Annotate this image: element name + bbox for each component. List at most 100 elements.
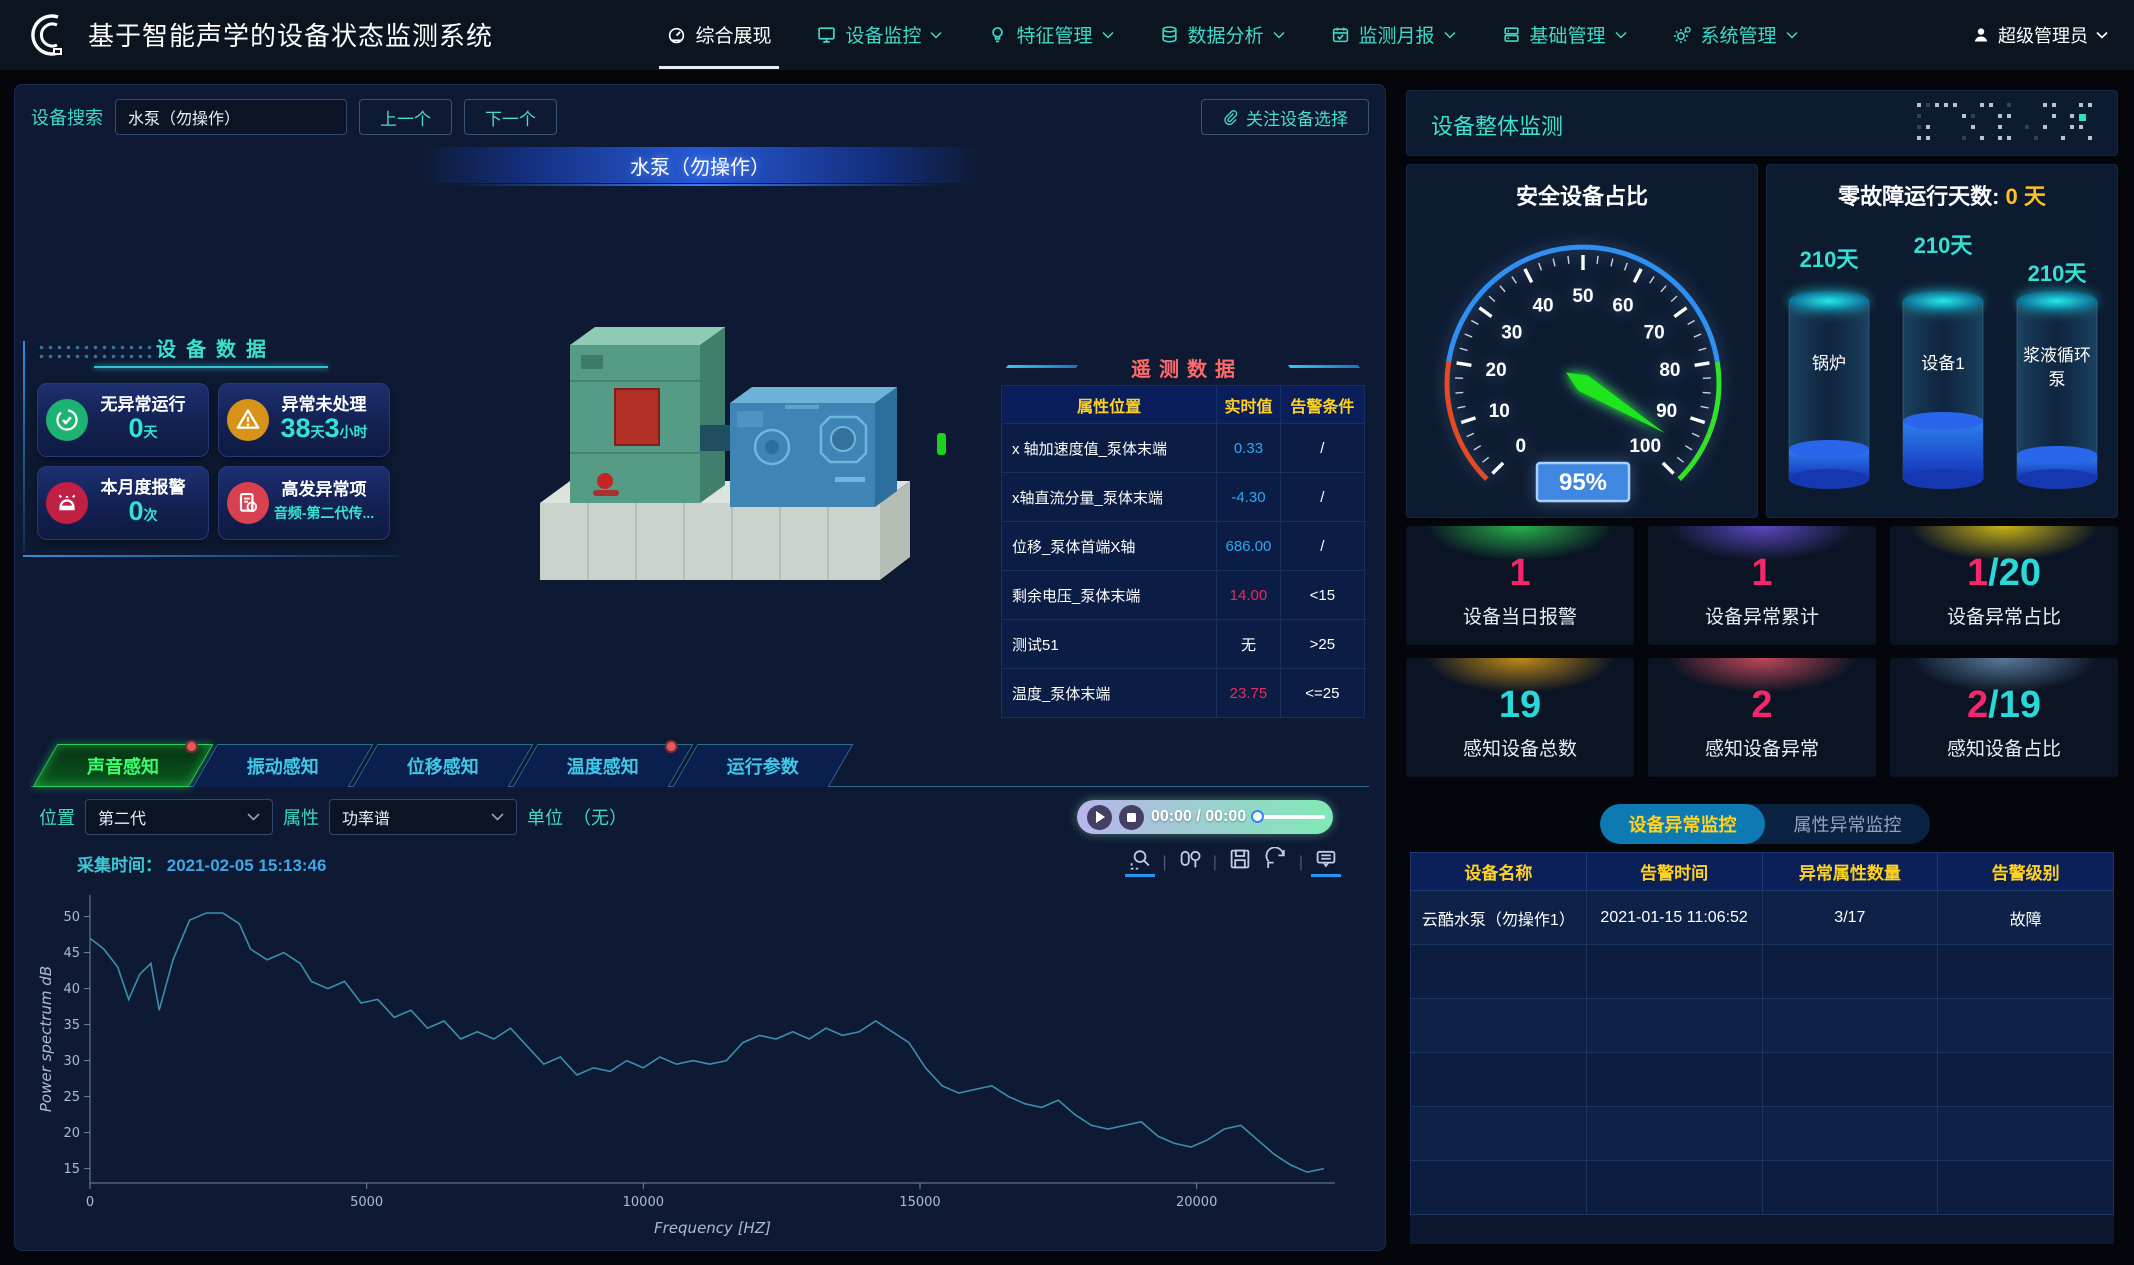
refresh-icon[interactable] (1263, 847, 1289, 877)
position-select[interactable]: 第二代 (85, 799, 273, 835)
table-row[interactable]: x轴直流分量_泵体末端-4.30/ (1002, 473, 1365, 522)
svg-text:50: 50 (63, 910, 80, 925)
nav-item-5[interactable]: 监测月报 (1331, 0, 1456, 69)
app-title: 基于智能声学的设备状态监测系统 (88, 16, 493, 53)
player-seek-slider[interactable] (1253, 815, 1325, 819)
device-data-card-3: 本月度报警0次 (37, 466, 209, 540)
nav-item-1[interactable]: 综合展现 (667, 0, 771, 69)
sense-tabs: 声音感知振动感知位移感知温度感知运行参数 (31, 741, 1369, 787)
svg-text:35: 35 (63, 1018, 80, 1033)
save-image-icon[interactable] (1227, 847, 1253, 877)
prev-device-button[interactable]: 上一个 (359, 99, 452, 135)
nav-item-4[interactable]: 数据分析 (1160, 0, 1285, 69)
db-icon (1160, 25, 1179, 44)
tab-label: 振动感知 (206, 745, 360, 787)
stat-value: 19 (1406, 684, 1634, 727)
stat-label: 设备当日报警 (1406, 602, 1634, 629)
user-icon (1972, 26, 1990, 44)
nav-item-3[interactable]: 特征管理 (988, 0, 1113, 69)
svg-text:0: 0 (1515, 436, 1526, 457)
capture-time: 采集时间： 2021-02-05 15:13:46 (77, 851, 326, 876)
device-data-card-4: 高发异常项音频-第二代传... (218, 466, 390, 540)
tooltip-toggle-icon[interactable] (1313, 847, 1339, 877)
telemetry-table: 属性位置实时值告警条件 x 轴加速度值_泵体末端0.33/x轴直流分量_泵体末端… (1001, 385, 1365, 718)
alarm-condition: >25 (1280, 620, 1364, 669)
table-row[interactable]: 云酷水泵（勿操作1）2021-01-15 11:06:523/17故障 (1411, 891, 2114, 945)
tab-运行参数[interactable]: 运行参数 (673, 744, 854, 787)
spectrum-plot[interactable]: 152025303540455005000100001500020000Powe… (35, 881, 1367, 1246)
nav-item-label: 监测月报 (1359, 21, 1435, 48)
table-row-empty (1411, 945, 2114, 999)
svg-text:10000: 10000 (623, 1195, 664, 1210)
server-icon (1502, 25, 1521, 44)
table-row[interactable]: 温度_泵体末端23.75<=25 (1002, 669, 1365, 718)
alert-badge (185, 740, 198, 753)
cylinder-name: 浆液循环 (2023, 346, 2091, 365)
user-menu[interactable]: 超级管理员 (1972, 22, 2108, 48)
monitor-icon (817, 25, 836, 44)
stat-label: 设备异常累计 (1648, 602, 1876, 629)
telemetry-panel: 遥测数据 属性位置实时值告警条件 x 轴加速度值_泵体末端0.33/x轴直流分量… (1001, 353, 1365, 735)
tab-振动感知[interactable]: 振动感知 (193, 744, 374, 787)
player-seek-knob[interactable] (1251, 810, 1264, 823)
card-value: 音频-第二代传... (269, 500, 379, 526)
table-row-empty (1411, 1107, 2114, 1161)
nav-item-label: 设备监控 (845, 21, 921, 48)
next-device-button[interactable]: 下一个 (464, 99, 557, 135)
svg-text:90: 90 (1656, 401, 1677, 422)
card-value: 38天3小时 (269, 415, 379, 446)
tab-label: 温度感知 (526, 745, 680, 787)
attribute-select[interactable]: 功率谱 (329, 799, 517, 835)
stat-label: 感知设备占比 (1890, 734, 2118, 761)
alarm-tab-1[interactable]: 设备异常监控 (1600, 804, 1765, 844)
table-row[interactable]: x 轴加速度值_泵体末端0.33/ (1002, 424, 1365, 473)
alarm-tab-2[interactable]: 属性异常监控 (1765, 804, 1930, 844)
svg-text:5000: 5000 (350, 1195, 383, 1210)
nav-item-7[interactable]: 系统管理 (1673, 0, 1798, 69)
alarm-col-header: 设备名称 (1411, 853, 1587, 891)
table-row[interactable]: 测试51无>25 (1002, 620, 1365, 669)
device-data-title: 设备数据 (76, 333, 346, 362)
svg-text:100: 100 (1629, 436, 1661, 457)
zoom-reset-icon[interactable] (1177, 847, 1203, 877)
nav-item-6[interactable]: 基础管理 (1502, 0, 1627, 69)
alarm-condition: / (1280, 522, 1364, 571)
search-label: 设备搜索 (31, 104, 103, 130)
svg-text:Frequency [HZ]: Frequency [HZ] (654, 1219, 771, 1237)
svg-text:10: 10 (1489, 401, 1510, 422)
attr-value: 14.00 (1217, 571, 1281, 620)
alarm-table: 设备名称告警时间异常属性数量告警级别 云酷水泵（勿操作1）2021-01-15 … (1410, 852, 2114, 1215)
chart-controls: 位置 第二代 属性 功率谱 单位 （无） 00:00 / 00:00 (39, 797, 1361, 837)
svg-text:45: 45 (63, 946, 80, 961)
tab-声音感知[interactable]: 声音感知 (33, 744, 214, 787)
stat-label: 感知设备总数 (1406, 734, 1634, 761)
chevron-down-icon (1786, 31, 1798, 39)
alarm-table-body: 云酷水泵（勿操作1）2021-01-15 11:06:523/17故障 (1411, 891, 2114, 1215)
card-value: 0天 (88, 415, 198, 446)
telemetry-col-header: 属性位置 (1002, 386, 1217, 424)
play-button[interactable] (1087, 805, 1112, 830)
table-row[interactable]: 剩余电压_泵体末端14.00<15 (1002, 571, 1365, 620)
machine-3d-view[interactable] (485, 285, 965, 595)
svg-text:15: 15 (63, 1162, 80, 1177)
search-input[interactable] (115, 99, 347, 135)
zoom-box-icon[interactable] (1127, 847, 1153, 877)
alarm-condition: / (1280, 424, 1364, 473)
tab-温度感知[interactable]: 温度感知 (513, 744, 694, 787)
device-data-cards: 无异常运行0天异常未处理38天3小时本月度报警0次高发异常项音频-第二代传... (37, 383, 390, 540)
attr-name: x 轴加速度值_泵体末端 (1002, 424, 1217, 473)
stop-button[interactable] (1119, 805, 1144, 830)
attr-name: 温度_泵体末端 (1002, 669, 1217, 718)
stat-card-6: 2/19感知设备占比 (1890, 658, 2118, 777)
safe-device-gauge-card: 安全设备占比 010203040506070809010095% (1406, 164, 1758, 518)
alarm-table-card: 设备名称告警时间异常属性数量告警级别 云酷水泵（勿操作1）2021-01-15 … (1410, 852, 2114, 1244)
alarm-cell: 2021-01-15 11:06:52 (1586, 891, 1762, 945)
tab-位移感知[interactable]: 位移感知 (353, 744, 534, 787)
svg-text:15000: 15000 (899, 1195, 940, 1210)
attr-name: 位移_泵体首端X轴 (1002, 522, 1217, 571)
table-row[interactable]: 位移_泵体首端X轴686.00/ (1002, 522, 1365, 571)
unit-label: 单位 (527, 804, 563, 830)
focus-device-button[interactable]: 关注设备选择 (1201, 99, 1369, 135)
warn-icon (227, 399, 269, 441)
nav-item-2[interactable]: 设备监控 (817, 0, 942, 69)
